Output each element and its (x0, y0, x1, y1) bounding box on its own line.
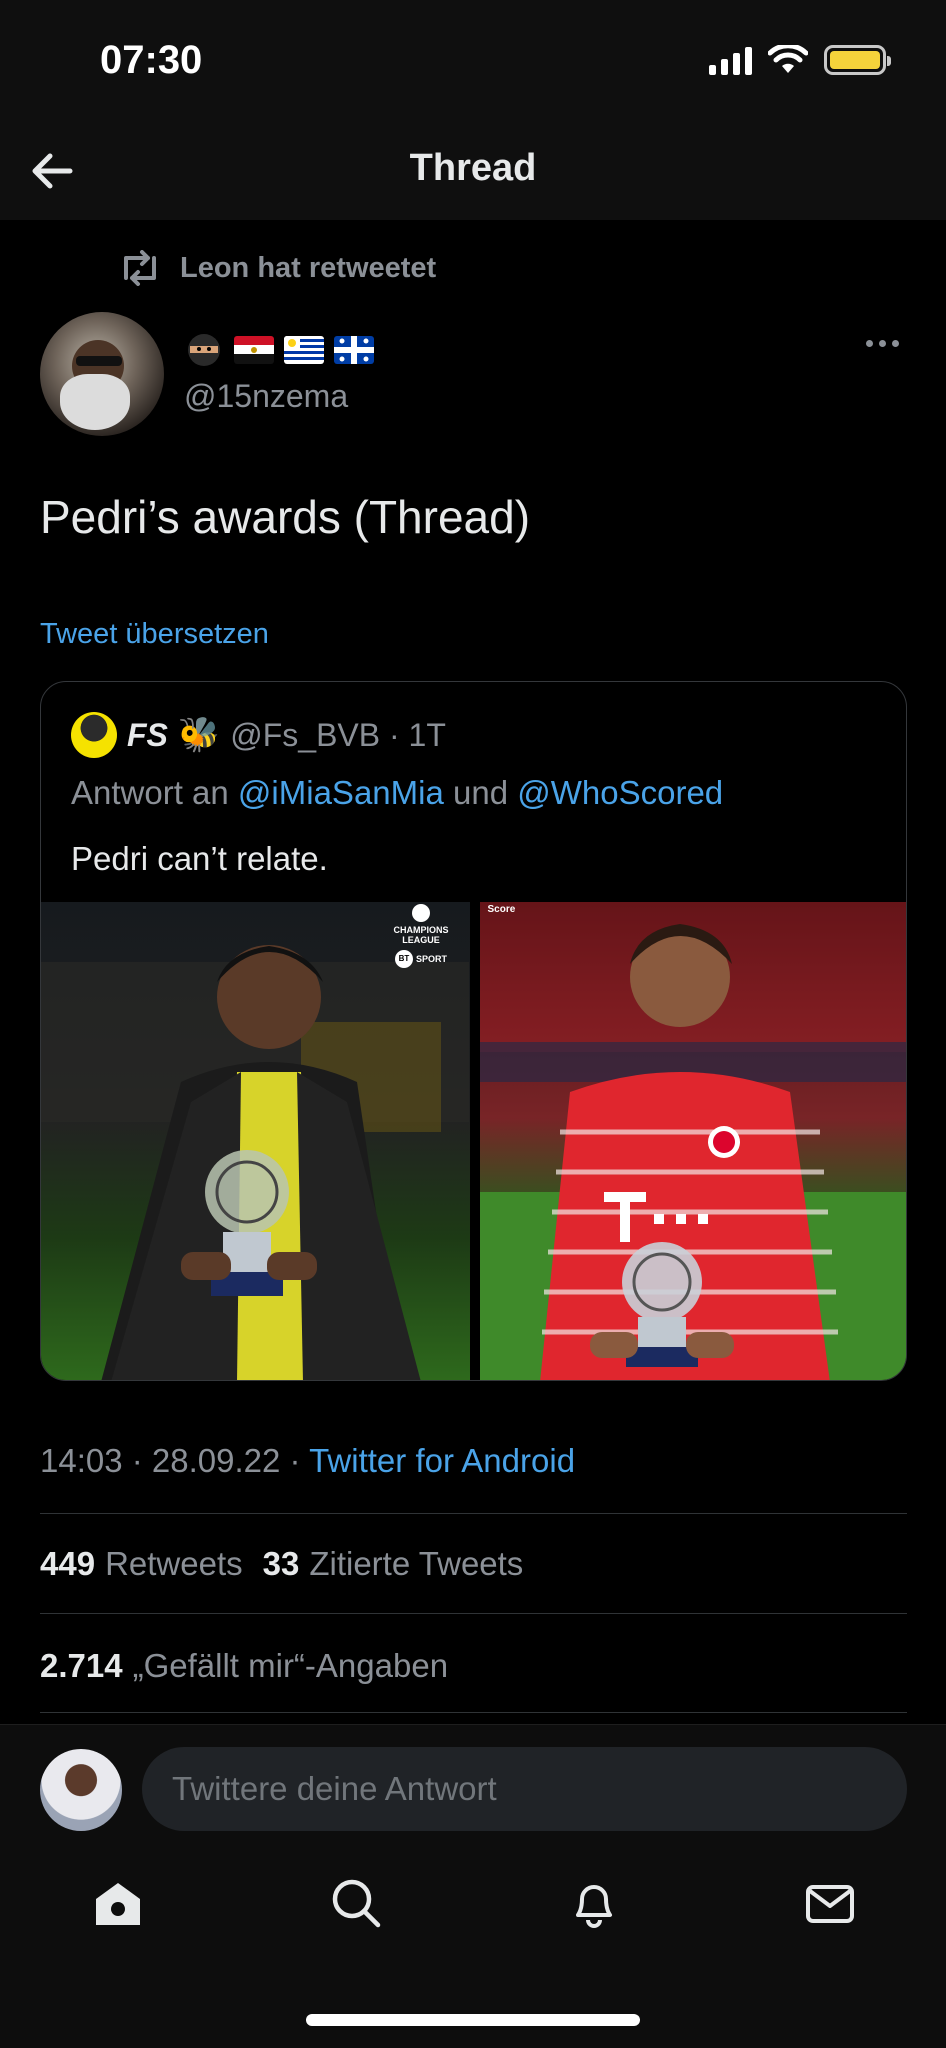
likes-stat[interactable]: 2.714 „Gefällt mir“-Angaben (40, 1647, 448, 1685)
bee-emoji-icon: 🐝 (177, 716, 221, 754)
home-icon[interactable] (90, 1875, 146, 1931)
divider (40, 1712, 907, 1713)
quoted-tweet-media: CHAMPIONS LEAGUE BT SPORT Score (41, 902, 906, 1380)
status-time: 07:30 (100, 38, 203, 82)
champions-league-logo: CHAMPIONS LEAGUE BT SPORT (385, 902, 457, 968)
quoted-tweet-header: FS 🐝 @Fs_BVB · 1T (71, 712, 446, 758)
retweets-stat[interactable]: 449 Retweets (40, 1545, 243, 1583)
messages-icon[interactable] (802, 1875, 858, 1931)
status-icons (709, 45, 891, 75)
retweet-indicator[interactable]: Leon hat retweetet (118, 250, 436, 286)
quoted-tweet-card[interactable]: FS 🐝 @Fs_BVB · 1T Antwort an @iMiaSanMia… (40, 681, 907, 1381)
mention-whoscored[interactable]: @WhoScored (517, 774, 723, 811)
search-icon[interactable] (328, 1875, 384, 1931)
wifi-icon (768, 45, 808, 73)
quoted-author-name: FS (127, 716, 168, 753)
nav-bar: Thread (0, 125, 946, 220)
status-bar: 07:30 (0, 0, 946, 125)
divider (40, 1513, 907, 1514)
page-title: Thread (409, 147, 537, 189)
home-indicator[interactable] (306, 2014, 640, 2026)
ninja-emoji-icon (188, 334, 220, 366)
translate-tweet-link[interactable]: Tweet übersetzen (40, 618, 269, 651)
retweet-icon (124, 250, 156, 286)
cellular-signal-icon (709, 45, 752, 75)
likes-stats: 2.714 „Gefällt mir“-Angaben (40, 1647, 448, 1685)
reply-to-line: Antwort an @iMiaSanMia und @WhoScored (71, 774, 724, 811)
player-award-photo-left[interactable]: CHAMPIONS LEAGUE BT SPORT (41, 902, 470, 1380)
retweet-stats: 449 Retweets 33 Zitierte Tweets (40, 1545, 523, 1583)
my-avatar[interactable] (40, 1749, 122, 1831)
author-avatar[interactable] (40, 312, 164, 436)
quebec-flag-icon (334, 336, 374, 364)
mention-imiasanmia[interactable]: @iMiaSanMia (238, 774, 444, 811)
player-illustration-right (479, 902, 906, 1380)
egypt-flag-icon (234, 336, 274, 364)
score-watermark: Score (487, 904, 516, 915)
battery-icon (824, 45, 891, 75)
divider (40, 1613, 907, 1614)
tweet-timestamp: 14:03 · 28.09.22 · Twitter for Android (40, 1442, 576, 1479)
notifications-icon[interactable] (566, 1875, 622, 1931)
bt-logo-icon: BT (394, 950, 413, 968)
player-illustration-left (41, 945, 469, 1380)
client-link[interactable]: Twitter for Android (309, 1442, 575, 1479)
player-award-photo-right[interactable]: Score (479, 902, 906, 1380)
reply-input[interactable] (142, 1747, 907, 1831)
tweet-text: Pedri’s awards (Thread) (40, 491, 531, 543)
quoted-author-meta: @Fs_BVB · 1T (230, 716, 446, 753)
more-options-icon[interactable] (866, 340, 899, 347)
author-handle[interactable]: @15nzema (184, 378, 348, 415)
bottom-area (0, 1724, 946, 2048)
tab-bar (0, 1875, 946, 1955)
author-display-name[interactable] (184, 330, 374, 370)
quote-tweets-stat[interactable]: 33 Zitierte Tweets (263, 1545, 524, 1583)
uruguay-flag-icon (284, 336, 324, 364)
quoted-tweet-text: Pedri can’t relate. (71, 840, 328, 877)
quoted-author-avatar (71, 712, 117, 758)
retweet-text: Leon hat retweetet (180, 251, 437, 284)
